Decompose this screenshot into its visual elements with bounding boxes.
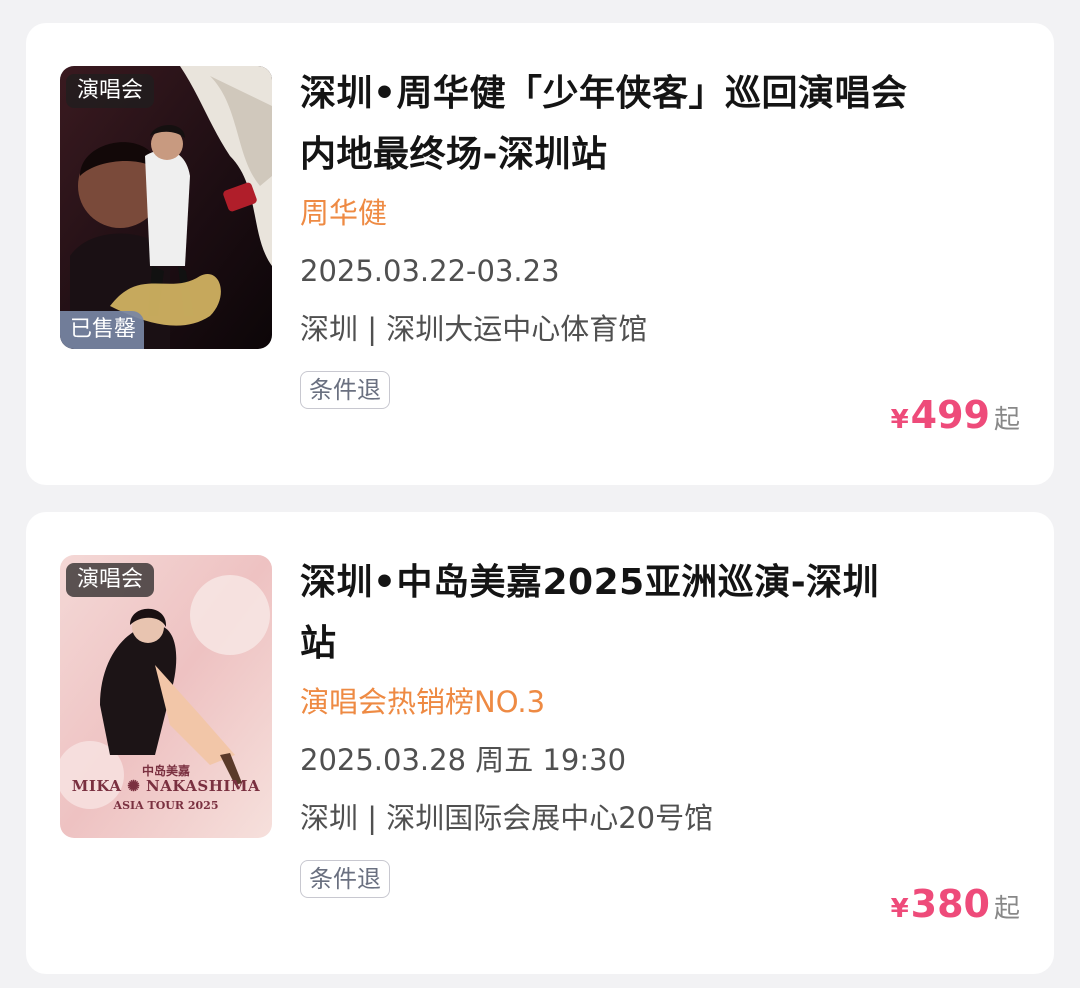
event-title-line-2: 站 [300, 623, 337, 664]
event-price: ¥ 380 起 [891, 882, 1020, 926]
category-tag: 演唱会 [66, 563, 155, 597]
event-title-line-2: 内地最终场-深圳站 [300, 134, 608, 175]
event-poster-image[interactable]: 演唱会 已售罄 [60, 66, 272, 349]
event-title[interactable]: 深圳•周华健「少年侠客」巡回演唱会 内地最终场-深圳站 [300, 63, 1020, 185]
event-ranking-label: 演唱会热销榜NO.3 [300, 685, 546, 719]
poster-artist-en: MIKA ✺ NAKASHIMA [71, 777, 261, 795]
refund-policy-badge: 条件退 [300, 371, 390, 409]
sold-out-badge: 已售罄 [60, 311, 145, 349]
price-suffix: 起 [993, 405, 1020, 435]
event-poster-image[interactable]: 演唱会 中岛美嘉 MIKA ✺ NAKASHIMA ASIA TOUR 2025 [60, 555, 272, 838]
poster-artwork [60, 66, 272, 349]
price-value: 499 [910, 393, 990, 437]
event-card-1[interactable]: 演唱会 已售罄 深圳•周华健「少年侠客」巡回演唱会 内地最终场-深圳站 周华健 … [26, 23, 1054, 485]
event-title-line-1: 深圳•周华健「少年侠客」巡回演唱会 [300, 73, 908, 114]
event-venue: 深圳 | 深圳大运中心体育馆 [300, 312, 648, 346]
currency-symbol: ¥ [890, 405, 909, 435]
event-artist: 周华健 [300, 196, 388, 230]
price-suffix: 起 [993, 894, 1020, 924]
price-value: 380 [910, 882, 990, 926]
event-info: 深圳•中岛美嘉2025亚洲巡演-深圳 站 演唱会热销榜NO.3 2025.03.… [300, 552, 1024, 898]
event-card-2[interactable]: 演唱会 中岛美嘉 MIKA ✺ NAKASHIMA ASIA TOUR 2025… [26, 512, 1054, 974]
poster-tour-name: ASIA TOUR 2025 [113, 799, 219, 812]
event-price: ¥ 499 起 [891, 393, 1020, 437]
refund-policy-badge: 条件退 [300, 860, 390, 898]
event-date: 2025.03.28 周五 19:30 [300, 743, 627, 777]
event-title[interactable]: 深圳•中岛美嘉2025亚洲巡演-深圳 站 [300, 552, 1020, 674]
event-date: 2025.03.22-03.23 [300, 254, 560, 288]
event-venue: 深圳 | 深圳国际会展中心20号馆 [300, 801, 714, 835]
poster-artwork [60, 555, 272, 838]
event-info: 深圳•周华健「少年侠客」巡回演唱会 内地最终场-深圳站 周华健 2025.03.… [300, 63, 1024, 409]
event-title-line-1: 深圳•中岛美嘉2025亚洲巡演-深圳 [300, 562, 880, 603]
category-tag: 演唱会 [66, 74, 155, 108]
currency-symbol: ¥ [890, 894, 909, 924]
